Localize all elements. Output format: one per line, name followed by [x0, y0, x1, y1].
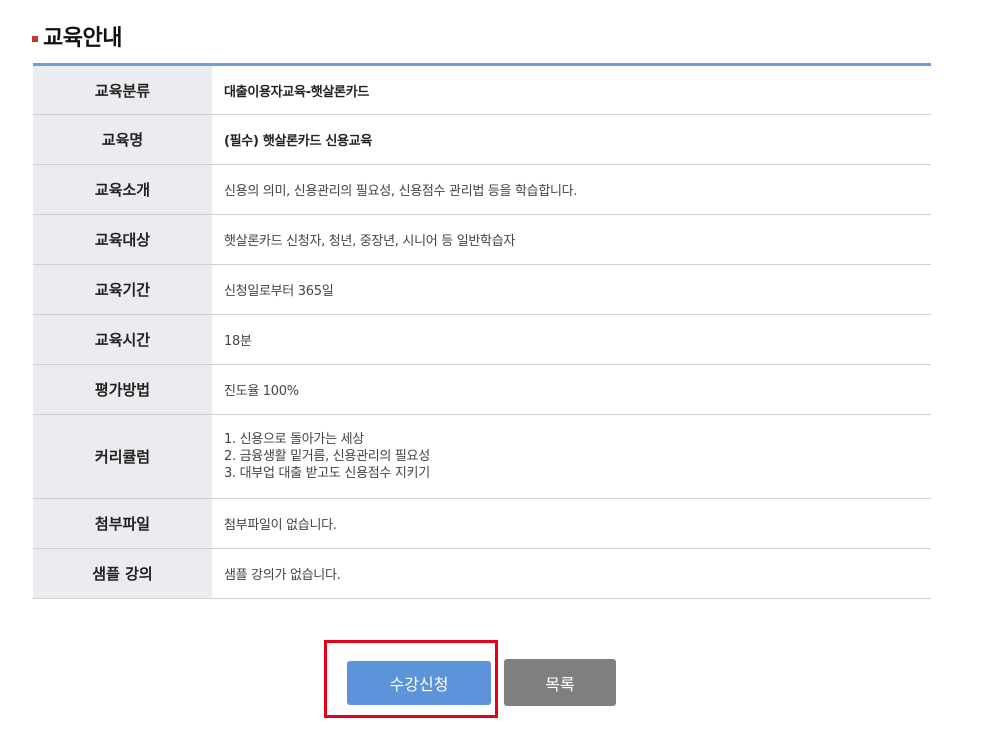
row-value: (필수) 햇살론카드 신용교육: [212, 114, 931, 165]
table-row: 첨부파일 첨부파일이 없습니다.: [33, 498, 931, 549]
row-label: 샘플 강의: [33, 548, 212, 599]
table-row: 교육시간 18분: [33, 314, 931, 365]
page-title-wrap: 교육안내: [32, 20, 122, 52]
row-value: 대출이용자교육-햇살론카드: [212, 64, 931, 115]
row-label: 교육분류: [33, 64, 212, 115]
curriculum-item: 2. 금융생활 밑거름, 신용관리의 필요성: [224, 449, 430, 464]
row-label: 첨부파일: [33, 498, 212, 549]
row-value: 햇살론카드 신청자, 청년, 중장년, 시니어 등 일반학습자: [212, 214, 931, 265]
row-value: 18분: [212, 314, 931, 365]
table-row: 교육분류 대출이용자교육-햇살론카드: [33, 64, 931, 115]
list-button[interactable]: 목록: [504, 659, 616, 706]
row-label: 교육시간: [33, 314, 212, 365]
title-bullet-icon: [32, 36, 38, 42]
page-title: 교육안내: [43, 26, 122, 51]
apply-button[interactable]: 수강신청: [347, 661, 491, 705]
table-row: 평가방법 진도율 100%: [33, 364, 931, 415]
row-label: 교육대상: [33, 214, 212, 265]
curriculum-item: 1. 신용으로 돌아가는 세상: [224, 432, 364, 447]
table-row: 교육명 (필수) 햇살론카드 신용교육: [33, 114, 931, 165]
row-value: 샘플 강의가 없습니다.: [212, 548, 931, 599]
table-row: 교육소개 신용의 의미, 신용관리의 필요성, 신용점수 관리법 등을 학습합니…: [33, 164, 931, 215]
table-row: 샘플 강의 샘플 강의가 없습니다.: [33, 548, 931, 599]
row-label: 교육기간: [33, 264, 212, 315]
row-value: 신청일로부터 365일: [212, 264, 931, 315]
table-row: 커리큘럼 1. 신용으로 돌아가는 세상 2. 금융생활 밑거름, 신용관리의 …: [33, 414, 931, 499]
curriculum-item: 3. 대부업 대출 받고도 신용점수 지키기: [224, 466, 430, 481]
row-value: 신용의 의미, 신용관리의 필요성, 신용점수 관리법 등을 학습합니다.: [212, 164, 931, 215]
row-value: 진도율 100%: [212, 364, 931, 415]
table-row: 교육기간 신청일로부터 365일: [33, 264, 931, 315]
row-value: 첨부파일이 없습니다.: [212, 498, 931, 549]
row-label: 평가방법: [33, 364, 212, 415]
row-label: 커리큘럼: [33, 414, 212, 499]
row-label: 교육소개: [33, 164, 212, 215]
table-row: 교육대상 햇살론카드 신청자, 청년, 중장년, 시니어 등 일반학습자: [33, 214, 931, 265]
row-label: 교육명: [33, 114, 212, 165]
course-info-table: 교육분류 대출이용자교육-햇살론카드 교육명 (필수) 햇살론카드 신용교육 교…: [33, 63, 931, 599]
curriculum-list: 1. 신용으로 돌아가는 세상 2. 금융생활 밑거름, 신용관리의 필요성 3…: [212, 414, 931, 499]
